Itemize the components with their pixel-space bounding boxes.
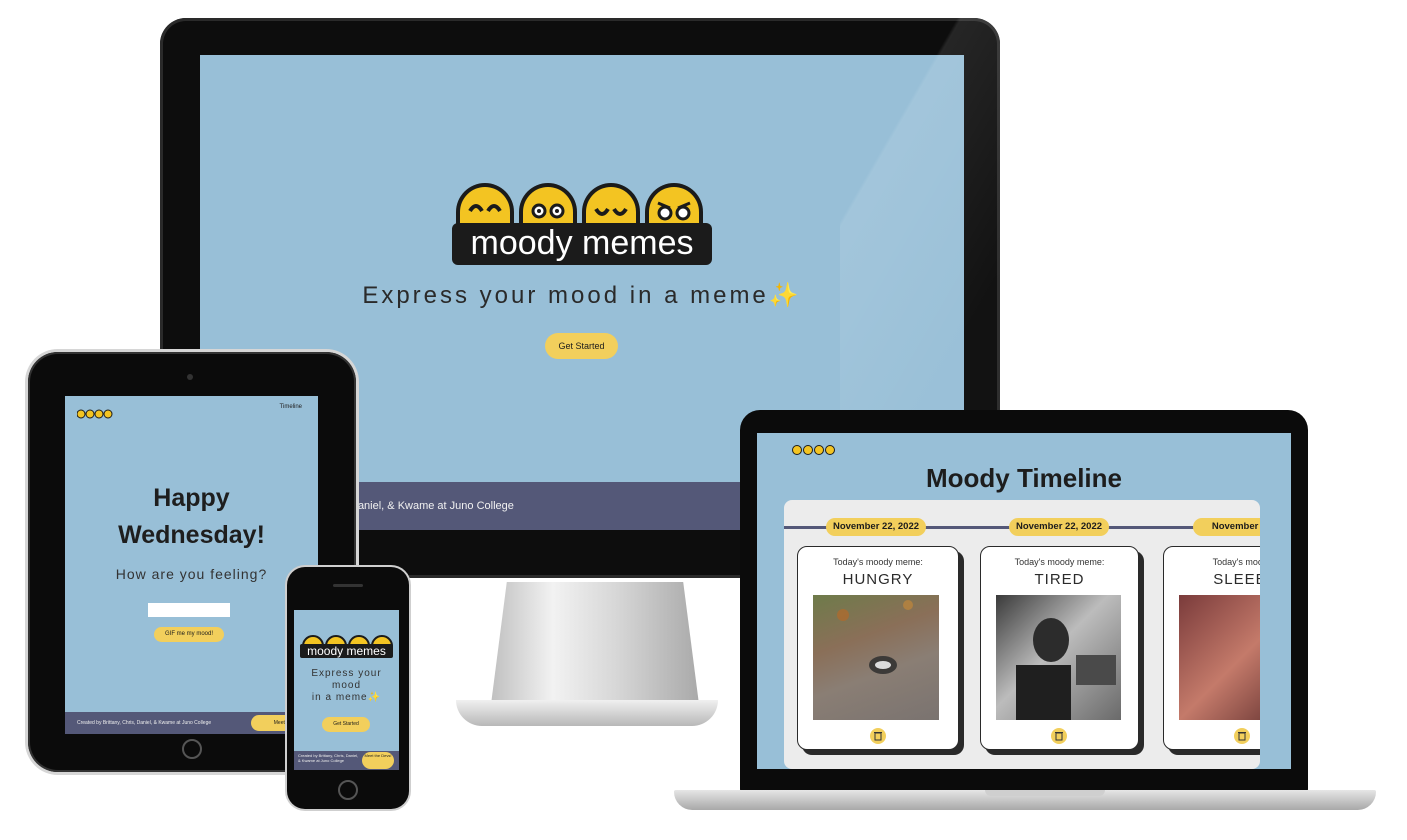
phone-logo-wordmark: moody memes [300,644,393,658]
moody-memes-logo[interactable]: moody memes [452,183,712,265]
phone-sparkle-icon: ✨ [367,692,382,703]
phone-speaker [333,584,363,587]
greeting-line-2: Wednesday! [118,521,265,549]
trash-icon[interactable] [870,728,886,744]
mood-card: Today's moody SLEEEI [1163,546,1260,750]
card-label: Today's moody [1212,557,1260,567]
trash-icon[interactable] [1234,728,1250,744]
timeline-page-title: Moody Timeline [926,463,1122,493]
timeline-date-pill: November 22, [1193,518,1260,536]
phone-screen: moody memes Express your mood in a meme✨… [294,610,399,770]
desktop-tagline: Express your mood in a meme✨ [200,281,964,310]
phone-get-started-button[interactable]: Get Started [322,717,370,732]
timeline-date-pill: November 22, 2022 [1009,518,1109,536]
monitor-stand-base [456,700,718,726]
greeting-line-1: Happy [153,484,230,512]
tablet-logo[interactable] [76,406,117,419]
mood-card: Today's moody meme: HUNGRY [797,546,959,750]
get-started-button[interactable]: Get Started [545,333,618,359]
gif-mood-button[interactable]: GIF me my mood! [154,627,224,642]
card-label: Today's moody meme: [833,557,923,567]
tablet-home-button [182,739,202,759]
tablet-camera [187,374,193,380]
tablet-footer-credits: Created by Brittany, Chris, Daniel, & Kw… [77,720,212,726]
laptop-notch [985,790,1105,796]
phone-tagline: Express your mood in a meme✨ [294,668,399,704]
mood-gif-image [1179,595,1260,720]
phone-tagline-line-3: in a meme✨ [294,692,399,704]
logo-faces [456,183,708,229]
mood-gif-image [813,595,939,720]
sparkle-icon: ✨ [768,282,802,309]
phone-footer-credits: Created by Brittany, Chris, Daniel, & Kw… [298,753,359,763]
phone-logo[interactable]: moody memes [300,628,393,658]
timeline-date-pill: November 22, 2022 [826,518,926,536]
mood-card: Today's moody meme: TIRED [980,546,1139,750]
tablet-footer: Created by Brittany, Chris, Daniel, & Kw… [65,712,318,734]
phone-tagline-line-2: mood [331,680,361,691]
phone-footer: Created by Brittany, Chris, Daniel, & Kw… [294,751,399,770]
timeline-clip: November 22, Today's moody SLEEEI [1160,500,1260,769]
card-mood: SLEEEI [1213,571,1260,588]
card-mood: TIRED [1034,571,1085,588]
tagline-text: Express your mood in a meme [362,282,769,309]
laptop-logo[interactable] [792,443,840,455]
phone-home-button [338,780,358,800]
nav-timeline-link[interactable]: Timeline [280,404,302,410]
mood-input[interactable] [148,603,230,617]
phone-tagline-line-3-text: in a meme [311,692,368,703]
card-label: Today's moody meme: [1014,557,1105,567]
feeling-prompt: How are you feeling? [115,566,268,582]
card-mood: HUNGRY [842,571,914,588]
phone-tagline-line-1: Express your [311,668,382,679]
footer-credits: Daniel, & Kwame at Juno College [350,500,514,512]
monitor-stand [490,582,700,712]
mood-gif-image [996,595,1121,720]
trash-icon[interactable] [1051,728,1067,744]
tablet-screen: Timeline Happy Wednesday! How are you fe… [65,396,318,734]
phone-meet-devs-button[interactable]: Meet the Devs! [362,752,394,769]
logo-wordmark: moody memes [452,223,712,265]
